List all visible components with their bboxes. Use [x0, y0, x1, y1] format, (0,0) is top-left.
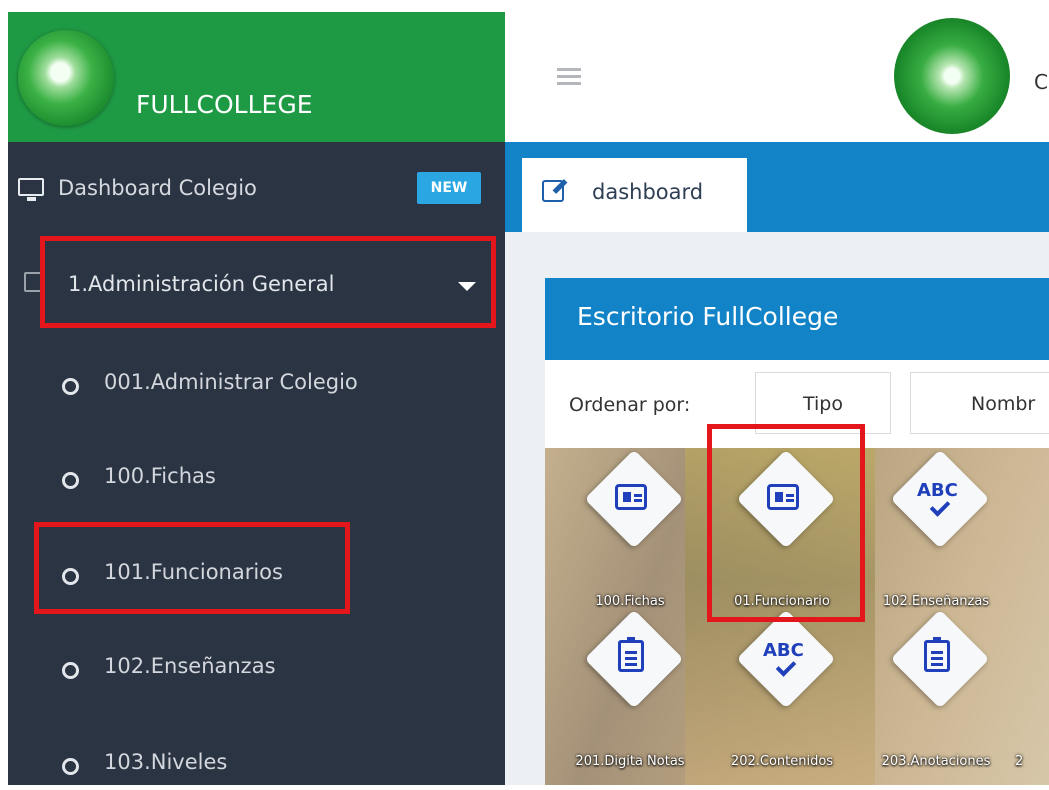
- user-name[interactable]: C: [1034, 70, 1048, 94]
- id-card-icon: [615, 484, 647, 510]
- sidebar-item-label: Dashboard Colegio: [58, 176, 257, 200]
- tile-anotaciones[interactable]: 203.Anotaciones: [861, 608, 1011, 769]
- panel-title: Escritorio FullCollege: [577, 302, 839, 331]
- tile-label: 100.Fichas: [595, 594, 665, 609]
- tab-dashboard[interactable]: dashboard: [522, 158, 747, 232]
- abc-check-icon: ABC: [763, 642, 809, 682]
- tile-ensenanzas[interactable]: ABC 102.Enseñanzas: [861, 448, 1011, 609]
- brand-name: FULLCOLLEGE: [136, 90, 313, 119]
- tab-label: dashboard: [592, 180, 704, 204]
- tile-fichas[interactable]: 100.Fichas: [555, 448, 705, 609]
- sidebar-item-label: 100.Fichas: [104, 464, 216, 488]
- sidebar-item-label: 001.Administrar Colegio: [104, 370, 358, 394]
- sidebar-item-dashboard[interactable]: Dashboard Colegio NEW: [8, 170, 505, 210]
- sort-label: Ordenar por:: [569, 394, 691, 416]
- user-avatar[interactable]: [894, 18, 1010, 134]
- circle-icon: [62, 758, 79, 775]
- tile-contenidos[interactable]: ABC 202.Contenidos: [707, 608, 857, 769]
- sort-name-button[interactable]: Nombr: [910, 372, 1049, 434]
- tile-digita-notas[interactable]: 201.Digita Notas: [555, 608, 705, 769]
- panel-header: Escritorio FullCollege: [545, 278, 1049, 360]
- clipboard-icon: [924, 637, 950, 672]
- sidebar-item-label: 103.Niveles: [104, 750, 228, 774]
- tile-label: 203.Anotaciones: [881, 754, 991, 769]
- monitor-icon: [18, 178, 44, 201]
- circle-icon: [62, 662, 79, 679]
- logo-icon: [18, 30, 114, 126]
- edit-icon: [542, 180, 564, 202]
- tile-label: 202.Contenidos: [730, 754, 834, 769]
- tile-label: 102.Enseñanzas: [882, 594, 990, 609]
- tile-label: 201.Digita Notas: [575, 754, 685, 769]
- circle-icon: [62, 378, 79, 395]
- new-badge: NEW: [417, 172, 481, 204]
- highlight-box: [40, 236, 496, 328]
- brand-header: FULLCOLLEGE: [8, 12, 505, 142]
- circle-icon: [62, 472, 79, 489]
- highlight-box: [34, 522, 350, 614]
- sidebar-item-label: 102.Enseñanzas: [104, 654, 276, 678]
- menu-toggle-icon[interactable]: [557, 68, 581, 86]
- tile-label-partial: 2: [1015, 754, 1024, 769]
- abc-check-icon: ABC: [917, 482, 963, 522]
- highlight-box: [707, 424, 865, 622]
- clipboard-icon: [618, 637, 644, 672]
